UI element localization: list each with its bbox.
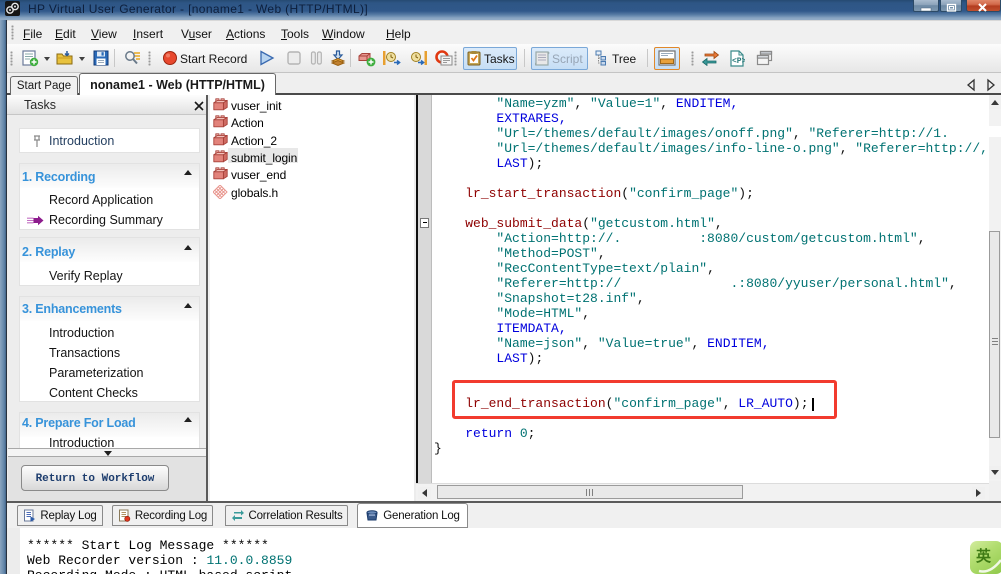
svg-text:<P>: <P> xyxy=(732,57,745,66)
